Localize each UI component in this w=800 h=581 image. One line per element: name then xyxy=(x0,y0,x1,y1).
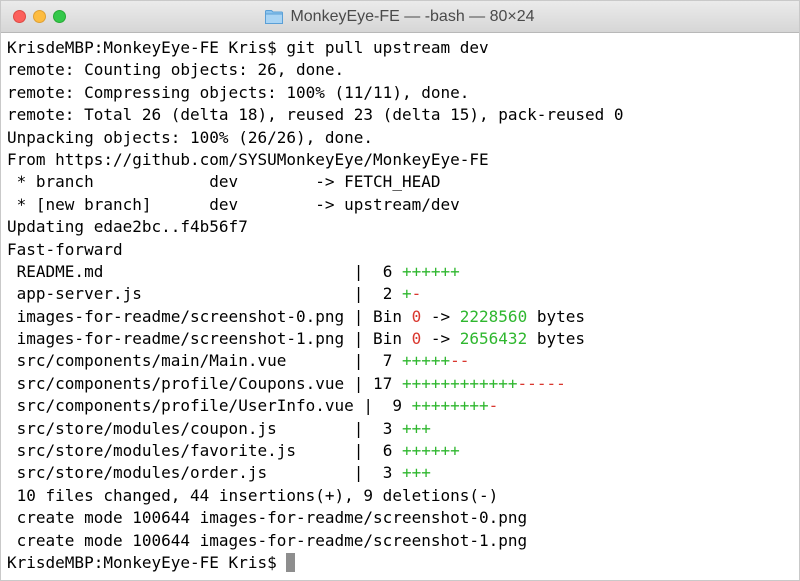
command-line: KrisdeMBP:MonkeyEye-FE Kris$ git pull up… xyxy=(7,38,489,57)
diffstat-row: src/components/main/Main.vue | 7 +++++-- xyxy=(7,350,799,372)
insertions-bar: +++ xyxy=(401,463,431,483)
bin-arrow: -> xyxy=(421,329,460,349)
insertions-bar: ++++++++++++ xyxy=(401,373,518,393)
separator: | xyxy=(353,306,364,326)
separator: | xyxy=(353,329,364,349)
diffstat-row: src/store/modules/coupon.js | 3 +++ xyxy=(7,418,799,440)
deletions-bar: - xyxy=(411,284,422,304)
summary-line: create mode 100644 images-for-readme/scr… xyxy=(7,508,528,528)
diffstat-row: images-for-readme/screenshot-0.png | Bin… xyxy=(7,306,799,328)
change-count: 6 xyxy=(363,441,402,461)
output-line: remote: Total 26 (delta 18), reused 23 (… xyxy=(7,105,624,125)
file-path: README.md xyxy=(7,261,354,281)
file-path: images-for-readme/screenshot-0.png xyxy=(7,306,354,326)
insertions-bar: ++++++ xyxy=(401,441,460,461)
change-count: 2 xyxy=(363,284,402,304)
deletions-bar: ----- xyxy=(517,373,566,393)
file-path: app-server.js xyxy=(7,284,354,304)
file-path: images-for-readme/screenshot-1.png xyxy=(7,329,354,349)
insertions-bar: ++++++++ xyxy=(411,396,489,416)
separator: | xyxy=(353,441,364,461)
change-count: Bin xyxy=(363,329,412,349)
deletions-bar: -- xyxy=(450,351,470,371)
file-path: src/components/profile/Coupons.vue xyxy=(7,373,354,393)
file-path: src/store/modules/order.js xyxy=(7,463,354,483)
diffstat-row: images-for-readme/screenshot-1.png | Bin… xyxy=(7,328,799,350)
terminal-output[interactable]: KrisdeMBP:MonkeyEye-FE Kris$ git pull up… xyxy=(1,33,799,580)
title-bar[interactable]: MonkeyEye-FE — -bash — 80×24 xyxy=(1,1,799,33)
change-count: 6 xyxy=(363,261,402,281)
text-cursor xyxy=(286,552,296,572)
terminal-window: MonkeyEye-FE — -bash — 80×24 KrisdeMBP:M… xyxy=(0,0,800,581)
separator: | xyxy=(353,396,374,416)
summary-line: create mode 100644 images-for-readme/scr… xyxy=(7,530,528,550)
output-line: From https://github.com/SYSUMonkeyEye/Mo… xyxy=(7,149,489,169)
change-count: 9 xyxy=(373,396,412,416)
separator: | xyxy=(353,463,364,483)
output-line: remote: Compressing objects: 100% (11/11… xyxy=(7,82,470,102)
change-count: 3 xyxy=(363,418,402,438)
diffstat-row: src/components/profile/Coupons.vue | 17 … xyxy=(7,373,799,395)
separator: | xyxy=(353,261,364,281)
change-count: 3 xyxy=(363,463,402,483)
bin-unit: bytes xyxy=(527,329,585,349)
file-path: src/store/modules/coupon.js xyxy=(7,418,354,438)
change-count: 7 xyxy=(363,351,402,371)
bin-arrow: -> xyxy=(421,306,460,326)
separator: | xyxy=(353,418,364,438)
bin-old-size: 0 xyxy=(411,306,422,326)
bin-new-size: 2656432 xyxy=(459,329,528,349)
output-line: Fast-forward xyxy=(7,239,123,259)
output-line: * branch dev -> FETCH_HEAD xyxy=(7,172,441,192)
diffstat-row: app-server.js | 2 +- xyxy=(7,283,799,305)
prompt-line[interactable]: KrisdeMBP:MonkeyEye-FE Kris$ xyxy=(7,552,799,574)
bin-unit: bytes xyxy=(527,306,585,326)
deletions-bar: - xyxy=(488,396,499,416)
summary-line: 10 files changed, 44 insertions(+), 9 de… xyxy=(7,485,499,505)
file-path: src/components/main/Main.vue xyxy=(7,351,354,371)
prompt-text: KrisdeMBP:MonkeyEye-FE Kris$ xyxy=(7,552,287,572)
insertions-bar: + xyxy=(401,284,412,304)
diffstat-row: src/store/modules/order.js | 3 +++ xyxy=(7,462,799,484)
output-line: * [new branch] dev -> upstream/dev xyxy=(7,194,460,214)
window-title: MonkeyEye-FE — -bash — 80×24 xyxy=(290,8,535,25)
diffstat-row: src/store/modules/favorite.js | 6 ++++++ xyxy=(7,440,799,462)
window-title-container: MonkeyEye-FE — -bash — 80×24 xyxy=(1,1,799,33)
diffstat-row: README.md | 6 ++++++ xyxy=(7,261,799,283)
separator: | xyxy=(353,373,364,393)
insertions-bar: ++++++ xyxy=(401,261,460,281)
folder-icon xyxy=(265,10,284,24)
file-path: src/components/profile/UserInfo.vue xyxy=(7,396,354,416)
output-line: Updating edae2bc..f4b56f7 xyxy=(7,217,248,237)
bin-old-size: 0 xyxy=(411,329,422,349)
change-count: 17 xyxy=(363,373,402,393)
output-line: remote: Counting objects: 26, done. xyxy=(7,60,345,80)
change-count: Bin xyxy=(363,306,412,326)
insertions-bar: +++++ xyxy=(401,351,451,371)
separator: | xyxy=(353,284,364,304)
output-line: Unpacking objects: 100% (26/26), done. xyxy=(7,127,374,147)
file-path: src/store/modules/favorite.js xyxy=(7,441,354,461)
diffstat-row: src/components/profile/UserInfo.vue | 9 … xyxy=(7,395,799,417)
bin-new-size: 2228560 xyxy=(459,306,528,326)
separator: | xyxy=(353,351,364,371)
insertions-bar: +++ xyxy=(401,418,431,438)
